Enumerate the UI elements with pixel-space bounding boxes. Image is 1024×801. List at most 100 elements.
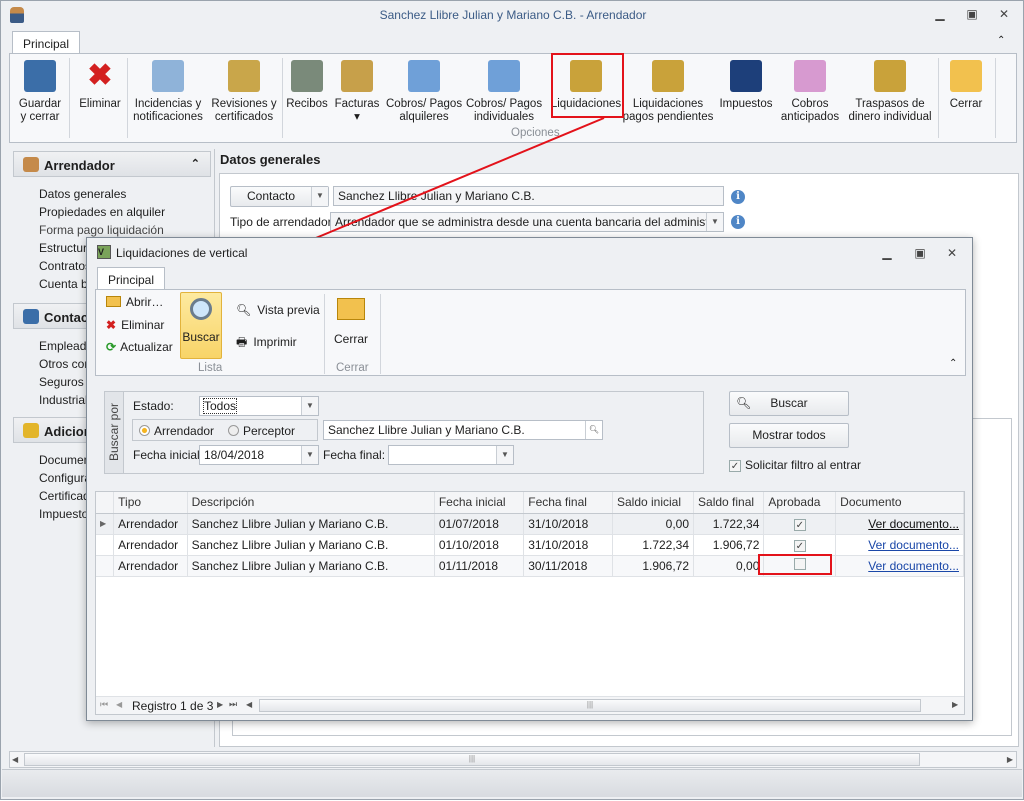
row-indicator-header <box>96 492 115 514</box>
persona-field[interactable]: Sanchez Llibre Julian y Mariano C.B. 🔍︎ <box>323 420 603 440</box>
ver-documento-link[interactable]: Ver documento... <box>868 517 959 531</box>
eliminar-button[interactable]: ✖ Eliminar <box>106 318 164 332</box>
column-header[interactable]: Fecha inicial <box>434 492 525 514</box>
estado-label: Estado: <box>133 399 174 413</box>
checkbox-checked-icon: ✓ <box>729 460 741 472</box>
dialog-title: Liquidaciones de vertical <box>116 246 248 260</box>
grid-table: Tipo Descripción Fecha inicial Fecha final S… <box>96 492 964 577</box>
radio-unselected-icon <box>228 425 239 436</box>
ver-documento-link[interactable]: Ver documento... <box>868 559 959 573</box>
dialog-cerrar-button[interactable]: Cerrar <box>333 294 369 346</box>
group-lista-label: Lista <box>198 362 223 374</box>
refresh-icon: ⟳ <box>106 340 117 354</box>
table-row[interactable]: Arrendador Sanchez Llibre Julian y Marian… <box>96 534 964 556</box>
magnifier-icon <box>190 298 212 320</box>
cell-descripcion: Sanchez Llibre Julian y Mariano C.B. <box>187 555 435 577</box>
radio-arrendador[interactable]: Arrendador <box>139 424 214 438</box>
radio-perceptor-label: Perceptor <box>243 424 296 438</box>
scroll-right-icon[interactable]: ▶ <box>952 700 958 709</box>
buscar-label: Buscar <box>182 330 220 344</box>
liquidaciones-icon: V <box>97 245 111 259</box>
vista-previa-label: Vista previa <box>257 303 320 317</box>
cell-fecha-inicial: 01/11/2018 <box>434 555 525 577</box>
cerrar-label: Cerrar <box>333 332 368 346</box>
cell-fecha-final: 31/10/2018 <box>523 534 613 556</box>
fecha-final-field[interactable]: ▼ <box>388 445 514 465</box>
actualizar-label: Actualizar <box>120 340 173 354</box>
row-indicator: ▶ <box>96 513 115 535</box>
cell-saldo-final: 1.722,34 <box>693 513 765 535</box>
dialog-minimize-button[interactable]: ▁ <box>878 246 896 262</box>
grid-header-row: Tipo Descripción Fecha inicial Fecha final S… <box>96 492 964 514</box>
search-icon: 🔍︎ <box>736 396 752 410</box>
row-indicator <box>96 555 115 577</box>
dialog-close-button[interactable]: ✕ <box>943 246 961 262</box>
column-header[interactable]: Descripción <box>187 492 435 514</box>
actualizar-button[interactable]: ⟳ Actualizar <box>106 340 173 354</box>
column-header[interactable]: Saldo inicial <box>612 492 695 514</box>
solicitar-filtro-checkbox[interactable]: ✓ Solicitar filtro al entrar <box>729 458 861 472</box>
cell-descripcion: Sanchez Llibre Julian y Mariano C.B. <box>187 513 435 535</box>
ver-documento-link[interactable]: Ver documento... <box>868 538 959 552</box>
column-header[interactable]: Documento <box>835 492 964 514</box>
persona-value: Sanchez Llibre Julian y Mariano C.B. <box>328 423 525 437</box>
buscar-button[interactable]: 🔍︎ Buscar <box>729 391 849 416</box>
cell-fecha-inicial: 01/10/2018 <box>434 534 525 556</box>
radio-selected-icon <box>139 425 150 436</box>
table-row[interactable]: ▶ Arrendador Sanchez Llibre Julian y Maria… <box>96 513 964 535</box>
dialog-ribbon: Abrir… ✖ Eliminar ⟳ Actualizar Buscar 🔍︎ Vi… <box>95 289 966 376</box>
liquidaciones-dialog: V Liquidaciones de vertical ▁ ▣ ✕ Princi… <box>86 237 973 721</box>
delete-icon: ✖ <box>106 318 117 332</box>
filter-group-caption-bar: Buscar por <box>105 392 124 473</box>
printer-icon: 🖶 <box>236 335 248 349</box>
filter-group-label: Buscar por <box>107 402 121 462</box>
cell-saldo-final: 1.906,72 <box>693 534 765 556</box>
cell-saldo-final: 0,00 <box>693 555 765 577</box>
abrir-label: Abrir… <box>126 295 164 309</box>
dialog-maximize-button[interactable]: ▣ <box>911 246 929 262</box>
column-header[interactable]: Aprobada <box>763 492 837 514</box>
next-record-icon[interactable]: ▶ <box>217 700 223 709</box>
radio-perceptor[interactable]: Perceptor <box>228 424 295 438</box>
fecha-inicial-field[interactable]: 18/04/2018 ▼ <box>199 445 319 465</box>
folder-open-icon <box>106 296 121 307</box>
buscar-button-label: Buscar <box>770 396 808 410</box>
search-icon[interactable]: 🔍︎ <box>585 421 602 439</box>
group-cerrar-label: Cerrar <box>336 362 369 374</box>
estado-value: Todos <box>202 398 238 414</box>
collapse-ribbon-icon[interactable]: ⌃ <box>949 358 957 369</box>
mostrar-todos-button[interactable]: Mostrar todos <box>729 423 849 448</box>
grid-scrollbar-thumb[interactable]: ||| <box>259 699 921 712</box>
cell-aprobada: ✓ <box>763 534 837 556</box>
column-header[interactable]: Fecha final <box>523 492 613 514</box>
cell-aprobada: ✓ <box>763 513 837 535</box>
vista-previa-button[interactable]: 🔍︎ Vista previa <box>236 303 320 317</box>
aprobada-checkbox[interactable]: ✓ <box>793 539 806 552</box>
fecha-final-label: Fecha final: <box>323 448 386 462</box>
aprobada-checkbox[interactable]: ✓ <box>793 518 806 531</box>
column-header[interactable]: Saldo final <box>693 492 765 514</box>
cell-fecha-final: 31/10/2018 <box>523 513 613 535</box>
abrir-button[interactable]: Abrir… <box>106 295 163 309</box>
chevron-down-icon[interactable]: ▼ <box>301 397 318 415</box>
chevron-down-icon[interactable]: ▼ <box>496 446 513 464</box>
record-counter: Registro 1 de 3 <box>132 699 214 713</box>
buscar-ribbon-button[interactable]: Buscar <box>180 292 222 359</box>
filter-group: Buscar por Estado: Todos ▼ Arrendador Per… <box>104 391 704 474</box>
cell-fecha-final: 30/11/2018 <box>523 555 613 577</box>
imprimir-button[interactable]: 🖶 Imprimir <box>236 333 297 354</box>
first-record-icon[interactable]: ⏮ <box>100 699 108 710</box>
scroll-left-icon[interactable]: ◀ <box>246 700 252 709</box>
highlight-aprobada-unchecked <box>758 554 832 575</box>
chevron-down-icon[interactable]: ▼ <box>301 446 318 464</box>
column-header[interactable]: Tipo <box>113 492 188 514</box>
prev-record-icon[interactable]: ◀ <box>116 700 122 709</box>
radio-arrendador-label: Arrendador <box>154 424 215 438</box>
estado-combo[interactable]: Todos ▼ <box>199 396 319 416</box>
last-record-icon[interactable]: ⏭ <box>229 699 237 710</box>
fecha-inicial-value: 18/04/2018 <box>204 448 265 462</box>
table-row[interactable]: Arrendador Sanchez Llibre Julian y Marian… <box>96 555 964 577</box>
preview-icon: 🔍︎ <box>236 303 252 317</box>
solicitar-filtro-label: Solicitar filtro al entrar <box>745 458 862 472</box>
cell-saldo-inicial: 1.722,34 <box>612 534 695 556</box>
